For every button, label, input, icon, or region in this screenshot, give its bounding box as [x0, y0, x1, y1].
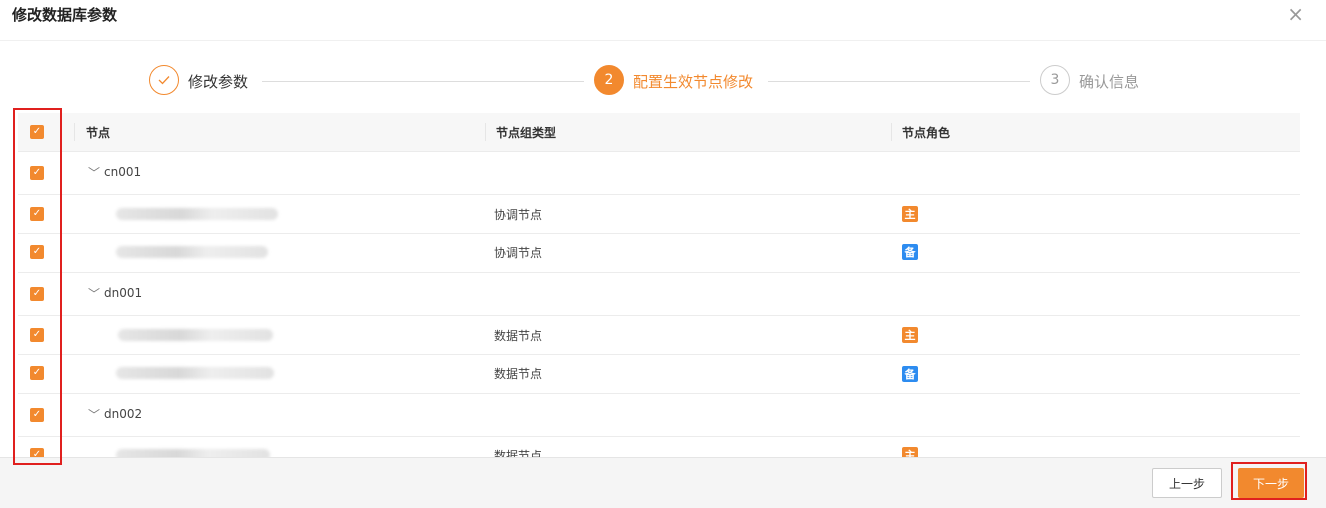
- table-header: ✓ 节点 节点组类型 节点角色: [18, 113, 1300, 152]
- step-connector-1: [262, 81, 584, 82]
- step-2-label: 配置生效节点修改: [633, 73, 754, 91]
- step-connector-2: [768, 81, 1030, 82]
- column-header-group-type: 节点组类型: [496, 126, 557, 140]
- step-1-label: 修改参数: [188, 73, 249, 91]
- node-type: 数据节点: [494, 449, 543, 457]
- role-badge-backup: 备: [902, 244, 918, 260]
- node-type: 协调节点: [494, 246, 543, 260]
- column-header-node: 节点: [86, 126, 111, 140]
- step-2-number: 2: [594, 65, 624, 95]
- redacted-node-name: [116, 367, 274, 379]
- previous-step-button[interactable]: 上一步: [1152, 468, 1222, 498]
- redacted-node-name: [116, 246, 268, 258]
- node-type: 数据节点: [494, 367, 543, 381]
- role-badge-primary: 主: [902, 206, 918, 222]
- node-row[interactable]: ✓ 数据节点 主: [18, 316, 1300, 355]
- group-name: cn001: [104, 165, 142, 179]
- header-separator: [74, 123, 75, 141]
- role-badge-backup: 备: [902, 366, 918, 382]
- node-row[interactable]: ✓ 数据节点 备: [18, 355, 1300, 394]
- redacted-node-name: [116, 449, 270, 457]
- group-row-dn001[interactable]: ✓ ﹀ dn001: [18, 273, 1300, 316]
- step-3-number: 3: [1040, 65, 1070, 95]
- dialog-title: 修改数据库参数: [12, 6, 118, 24]
- group-row-cn001[interactable]: ✓ ﹀ cn001: [18, 152, 1300, 195]
- group-row-dn002[interactable]: ✓ ﹀ dn002: [18, 394, 1300, 437]
- node-table: ✓ 节点 节点组类型 节点角色 ✓ ﹀ cn001 ✓ 协调节点 主 ✓ 协调节…: [18, 113, 1300, 457]
- column-header-role: 节点角色: [902, 126, 951, 140]
- header-separator: [485, 123, 486, 141]
- node-row[interactable]: ✓ 协调节点 主: [18, 195, 1300, 234]
- checkmark-icon: [158, 76, 170, 85]
- checkbox-column-highlight: [13, 108, 62, 465]
- step-3-label: 确认信息: [1079, 73, 1140, 91]
- node-type: 协调节点: [494, 208, 543, 222]
- close-icon[interactable]: ×: [1287, 2, 1304, 26]
- node-row[interactable]: ✓ 协调节点 备: [18, 234, 1300, 273]
- dialog-footer: 上一步 下一步: [0, 457, 1326, 508]
- next-button-highlight: [1231, 462, 1307, 500]
- node-type: 数据节点: [494, 329, 543, 343]
- chevron-down-icon[interactable]: ﹀: [88, 406, 100, 423]
- redacted-node-name: [118, 329, 273, 341]
- chevron-down-icon[interactable]: ﹀: [88, 285, 100, 302]
- group-name: dn001: [104, 286, 143, 300]
- role-badge-primary: 主: [902, 447, 918, 457]
- modify-db-params-dialog: 修改数据库参数 × 修改参数 2 配置生效节点修改 3 确认信息 ✓ 节点 节点…: [0, 0, 1326, 508]
- redacted-node-name: [116, 208, 278, 220]
- role-badge-primary: 主: [902, 327, 918, 343]
- chevron-down-icon[interactable]: ﹀: [88, 164, 100, 181]
- node-row[interactable]: ✓ 数据节点 主: [18, 437, 1300, 457]
- header-separator: [891, 123, 892, 141]
- group-name: dn002: [104, 407, 143, 421]
- header-divider: [0, 40, 1326, 41]
- step-1-done-icon: [149, 65, 179, 95]
